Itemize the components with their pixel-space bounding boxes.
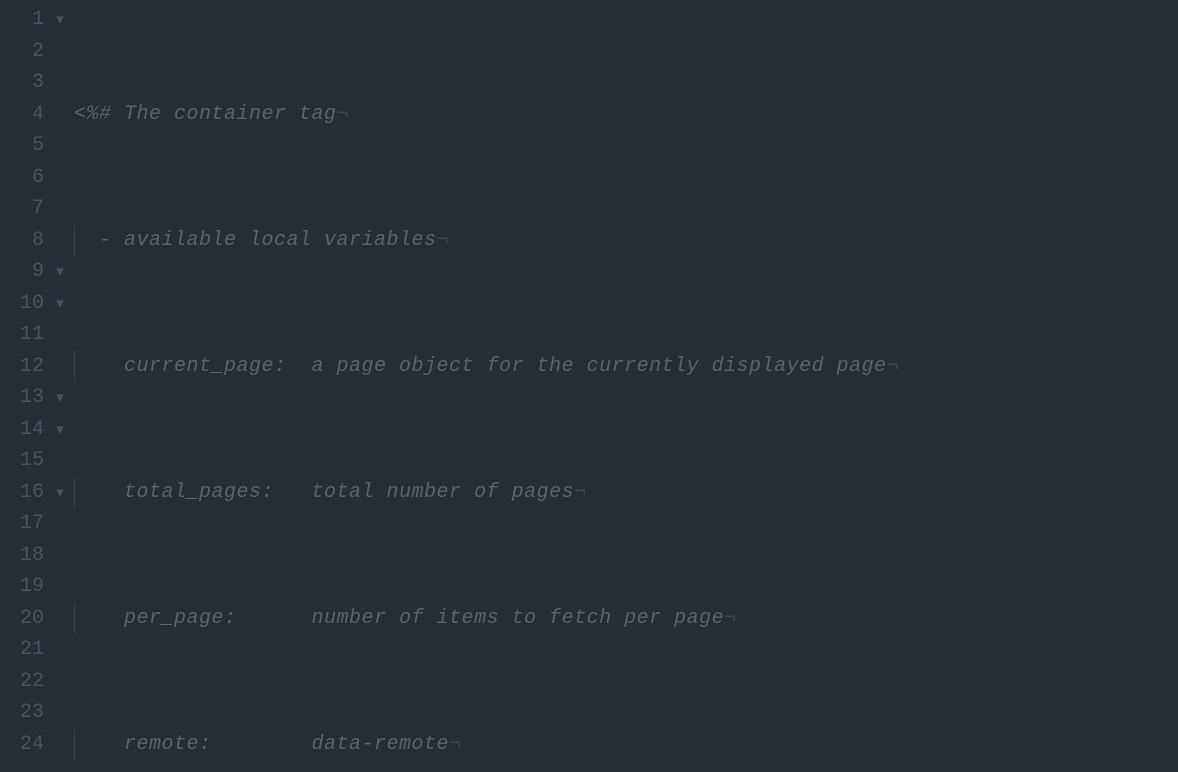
line-number: 24	[0, 729, 44, 761]
line-number: 12	[0, 351, 44, 383]
line-number: 1	[0, 4, 44, 36]
line-number: 8	[0, 225, 44, 257]
code-line[interactable]: <%# The container tag¬	[74, 99, 1178, 131]
line-number: 7	[0, 193, 44, 225]
line-number: 2	[0, 36, 44, 68]
line-number: 3	[0, 67, 44, 99]
line-number: 10	[0, 288, 44, 320]
line-number: 16	[0, 477, 44, 509]
line-number: 6	[0, 162, 44, 194]
code-line[interactable]: - available local variables¬	[74, 225, 1178, 257]
line-number: 13	[0, 382, 44, 414]
line-number: 21	[0, 634, 44, 666]
code-editor[interactable]: 1 2 3 4 5 6 7 8 9 10 11 12 13 14 15 16 1…	[0, 0, 1178, 772]
line-number: 5	[0, 130, 44, 162]
line-number-gutter: 1 2 3 4 5 6 7 8 9 10 11 12 13 14 15 16 1…	[0, 0, 50, 772]
code-content[interactable]: <%# The container tag¬ - available local…	[50, 0, 1178, 772]
code-line[interactable]: per_page: number of items to fetch per p…	[74, 603, 1178, 635]
line-number: 4	[0, 99, 44, 131]
line-number: 17	[0, 508, 44, 540]
line-number: 19	[0, 571, 44, 603]
line-number: 14	[0, 414, 44, 446]
line-number: 23	[0, 697, 44, 729]
line-number: 20	[0, 603, 44, 635]
code-line[interactable]: total_pages: total number of pages¬	[74, 477, 1178, 509]
code-line[interactable]: current_page: a page object for the curr…	[74, 351, 1178, 383]
line-number: 9	[0, 256, 44, 288]
line-number: 22	[0, 666, 44, 698]
line-number: 11	[0, 319, 44, 351]
line-number: 18	[0, 540, 44, 572]
line-number: 15	[0, 445, 44, 477]
code-line[interactable]: remote: data-remote¬	[74, 729, 1178, 761]
